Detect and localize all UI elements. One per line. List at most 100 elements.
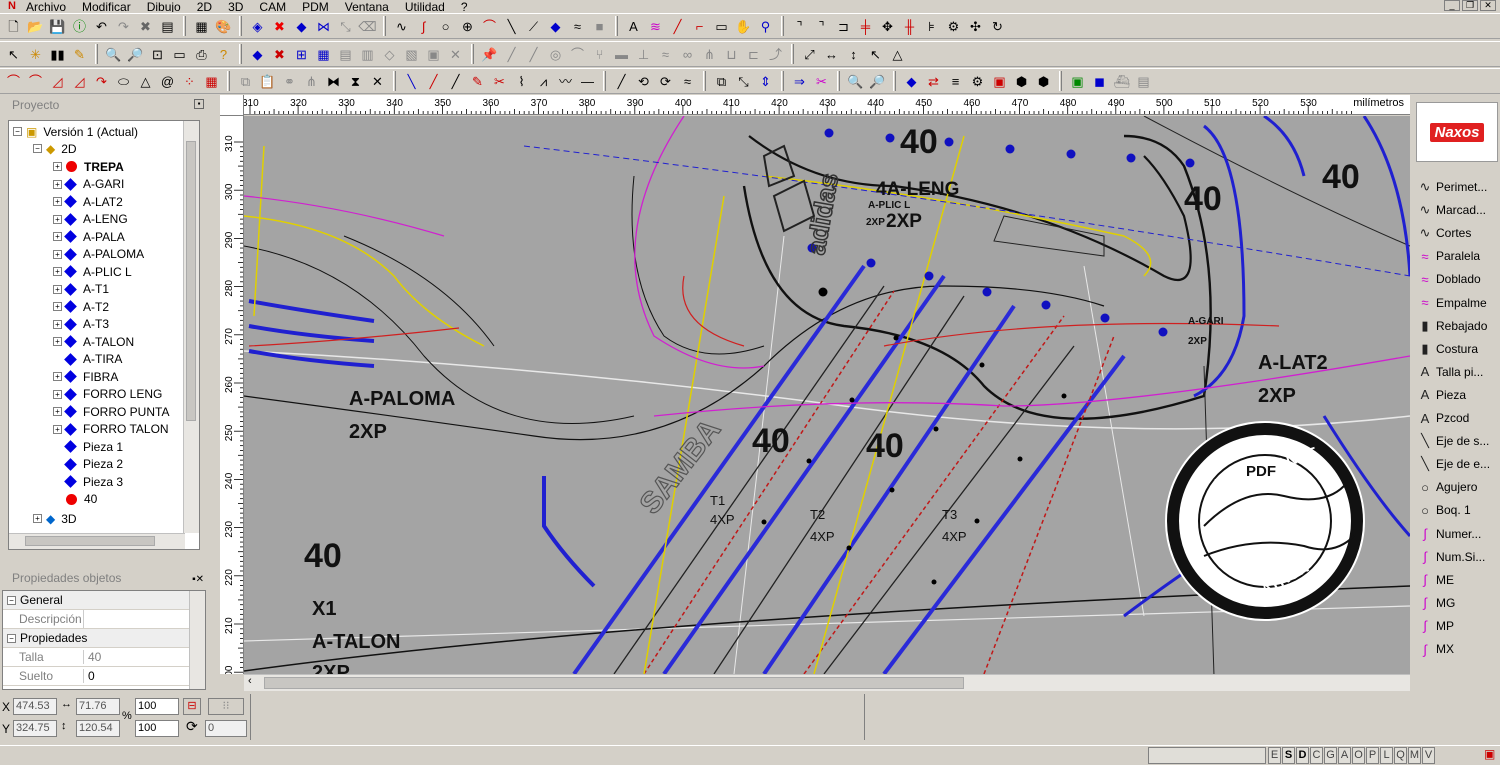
sun-icon[interactable]: ✳ bbox=[26, 45, 45, 64]
swap-icon[interactable]: ⇄ bbox=[924, 72, 943, 91]
shape-icon[interactable]: ◿ bbox=[48, 72, 67, 91]
properties-icon[interactable]: ▤ bbox=[158, 17, 177, 36]
tool-item[interactable]: ∫ ME bbox=[1416, 569, 1454, 591]
panel-close-icon[interactable]: ▪✕ bbox=[192, 572, 204, 588]
line-icon[interactable]: ╲ bbox=[502, 17, 521, 36]
restore-icon[interactable]: ❐ bbox=[1462, 0, 1478, 11]
dash-icon[interactable]: — bbox=[578, 72, 597, 91]
node-delete-icon[interactable]: ✖ bbox=[270, 45, 289, 64]
shape4-icon[interactable]: ⬢ bbox=[1034, 72, 1053, 91]
prop-value[interactable] bbox=[83, 610, 189, 628]
prop-row-description[interactable]: Descripción ... bbox=[3, 610, 205, 629]
reset-zoom-icon[interactable]: ⊟ bbox=[183, 698, 201, 715]
pin2-icon[interactable]: 📌 bbox=[480, 45, 499, 64]
tool-item[interactable]: ╲ Eje de e... bbox=[1416, 453, 1490, 475]
tree-item[interactable]: + A-LENG bbox=[53, 211, 128, 228]
circle-icon[interactable]: ○ bbox=[436, 17, 455, 36]
arc-icon[interactable]: ⌒ bbox=[480, 17, 499, 36]
expand-icon[interactable]: + bbox=[53, 319, 62, 329]
diamond-tool-icon[interactable]: ◆ bbox=[292, 17, 311, 36]
menu-ventana[interactable]: Ventana bbox=[337, 2, 397, 12]
graph-icon[interactable]: ⩘ bbox=[534, 72, 553, 91]
node-add-icon[interactable]: ⊞ bbox=[292, 45, 311, 64]
cross-icon[interactable]: ✕ bbox=[368, 72, 387, 91]
arc-red-icon[interactable]: ⌒ bbox=[4, 72, 23, 91]
expand-icon[interactable]: + bbox=[53, 267, 62, 276]
grid2-icon[interactable]: ▦ bbox=[202, 72, 221, 91]
table-icon[interactable]: ▤ bbox=[336, 45, 355, 64]
image-icon[interactable]: ▧ bbox=[402, 45, 421, 64]
tree-item[interactable]: +Pieza 2 bbox=[53, 456, 123, 473]
pin-icon[interactable]: ⚲ bbox=[756, 17, 775, 36]
node2-icon[interactable]: ◆ bbox=[902, 72, 921, 91]
expand-icon[interactable]: + bbox=[53, 249, 62, 259]
menu-2d[interactable]: 2D bbox=[189, 2, 220, 12]
expand-icon[interactable]: + bbox=[53, 214, 62, 224]
diag-icon[interactable]: ╲ bbox=[402, 72, 421, 91]
flag-button[interactable]: M bbox=[1408, 747, 1421, 764]
zoom-out-icon[interactable]: 🔎 bbox=[126, 45, 145, 64]
ellipse-icon[interactable]: ⬭ bbox=[114, 72, 133, 91]
flag-button[interactable]: A bbox=[1338, 747, 1351, 764]
corner2-icon[interactable]: ⌝ bbox=[812, 17, 831, 36]
scissors-icon[interactable]: ✂ bbox=[490, 72, 509, 91]
dots-icon[interactable]: ⁘ bbox=[180, 72, 199, 91]
collapse-icon[interactable]: − bbox=[7, 633, 16, 643]
angle-icon[interactable]: ↖ bbox=[866, 45, 885, 64]
wave-icon[interactable]: ≈ bbox=[568, 17, 587, 36]
expand-icon[interactable]: + bbox=[53, 302, 62, 311]
tool-item[interactable]: ≈ Paralela bbox=[1416, 245, 1480, 267]
tree-item[interactable]: +Pieza 3 bbox=[53, 473, 123, 490]
hdim-icon[interactable]: ↔ bbox=[822, 45, 841, 64]
hand-icon[interactable]: ✋ bbox=[734, 17, 753, 36]
paste-icon[interactable]: 📋 bbox=[258, 72, 277, 91]
text-icon[interactable]: A bbox=[624, 17, 643, 36]
mark-icon[interactable]: ╪ bbox=[856, 17, 875, 36]
export-icon[interactable]: ⇒ bbox=[790, 72, 809, 91]
levels-icon[interactable]: ≡ bbox=[946, 72, 965, 91]
grid-toggle-icon[interactable]: ⁝⁝ bbox=[208, 698, 244, 715]
redo-icon[interactable]: ↷ bbox=[114, 17, 133, 36]
curve2-icon[interactable]: ↷ bbox=[92, 72, 111, 91]
menu-archivo[interactable]: Archivo bbox=[18, 2, 74, 12]
tree-item[interactable]: + FORRO PUNTA bbox=[53, 403, 169, 420]
shape2-icon[interactable]: ◿ bbox=[70, 72, 89, 91]
tree-vertical-scrollbar[interactable] bbox=[183, 121, 199, 533]
dimension-icon[interactable]: ⤢ bbox=[800, 45, 819, 64]
tree-item[interactable]: +Pieza 1 bbox=[53, 438, 123, 455]
flag-button[interactable]: V bbox=[1422, 747, 1435, 764]
tree-item[interactable]: + A-T3 bbox=[53, 316, 109, 333]
tool-item[interactable]: ▮ Costura bbox=[1416, 338, 1478, 360]
crosshair-icon[interactable]: ⊕ bbox=[458, 17, 477, 36]
expand-icon[interactable]: + bbox=[33, 514, 42, 523]
rectangle-icon[interactable]: ▭ bbox=[712, 17, 731, 36]
tree-item[interactable]: + A-PALA bbox=[53, 228, 125, 245]
hook-icon[interactable]: ⌐ bbox=[690, 17, 709, 36]
order-icon[interactable]: ⇕ bbox=[756, 72, 775, 91]
tool-item[interactable]: ∿ Marcad... bbox=[1416, 199, 1486, 221]
tree-node-3d[interactable]: + ◆ 3D bbox=[33, 510, 77, 527]
angle-field[interactable]: 0 bbox=[205, 720, 247, 737]
cross-tool-icon[interactable]: ✕ bbox=[446, 45, 465, 64]
block-icon[interactable]: ▣ bbox=[424, 45, 443, 64]
expand-icon[interactable]: + bbox=[53, 424, 62, 434]
flip-icon[interactable]: ⧓ bbox=[324, 72, 343, 91]
diag3-icon[interactable]: ╱ bbox=[446, 72, 465, 91]
fill-icon[interactable]: ■ bbox=[590, 17, 609, 36]
collapse-icon[interactable]: − bbox=[7, 595, 16, 605]
mirror-icon[interactable]: ⋈ bbox=[314, 17, 333, 36]
corner-icon[interactable]: ⌝ bbox=[790, 17, 809, 36]
flag-button[interactable]: Q bbox=[1394, 747, 1407, 764]
expand-icon[interactable]: + bbox=[53, 162, 62, 171]
network-icon[interactable]: ⋔ bbox=[302, 72, 321, 91]
bars-icon[interactable]: ▮▮ bbox=[48, 45, 67, 64]
undo-icon[interactable]: ↶ bbox=[92, 17, 111, 36]
vdim-icon[interactable]: ↕ bbox=[844, 45, 863, 64]
prop-value[interactable]: 40 bbox=[83, 650, 205, 664]
double-mark-icon[interactable]: ╫ bbox=[900, 17, 919, 36]
expand-icon[interactable]: + bbox=[53, 284, 62, 294]
target-icon[interactable]: ◎ bbox=[546, 45, 565, 64]
scale-icon[interactable]: ⤡ bbox=[336, 17, 355, 36]
bend-icon[interactable]: ⌒ bbox=[568, 45, 587, 64]
expand-icon[interactable]: + bbox=[53, 197, 62, 206]
